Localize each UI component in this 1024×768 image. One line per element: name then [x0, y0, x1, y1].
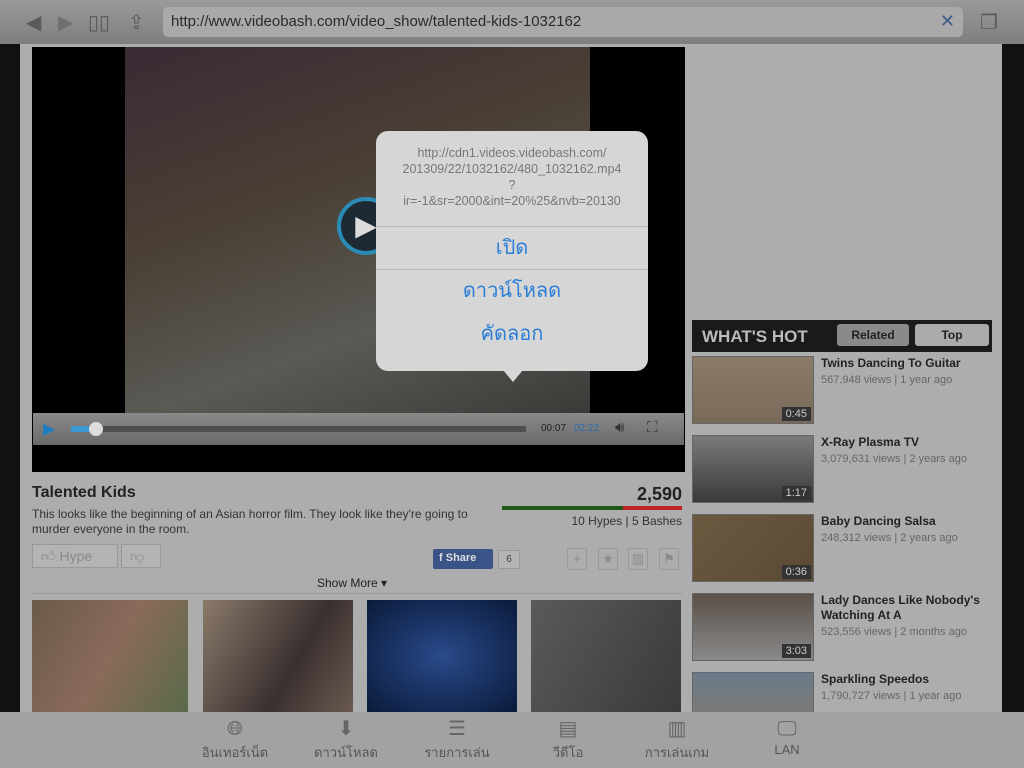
current-time: 00:07 — [541, 423, 567, 434]
volume-icon[interactable]: 🔊︎ — [615, 419, 624, 436]
open-action[interactable]: เปิด — [376, 227, 648, 270]
hypes-bashes: 10 Hypes | 5 Bashes — [571, 514, 682, 528]
url-field[interactable]: http://www.videobash.com/video_show/tale… — [163, 7, 963, 37]
seek-bar[interactable] — [71, 426, 526, 432]
player-controls: ▶ 00:07 02:22 🔊︎ ⛶ — [33, 413, 684, 445]
clear-icon[interactable]: ✕ — [940, 11, 955, 32]
list-item[interactable]: 3:03 Lady Dances Like Nobody's Watching A… — [692, 589, 992, 668]
tab-download[interactable]: ⬇ ดาวน์โหลด — [286, 712, 406, 763]
globe-icon: 🌐︎ — [227, 718, 243, 740]
tab-games[interactable]: ▥ การเล่นเกม — [617, 712, 737, 763]
video-description: This looks like the beginning of an Asia… — [32, 507, 468, 536]
hype-bash-bar — [502, 506, 682, 510]
url-text: http://www.videobash.com/video_show/tale… — [171, 13, 582, 30]
total-time: 02:22 — [574, 423, 600, 434]
share-icon[interactable]: ⇪ — [128, 10, 145, 35]
favorite-icon[interactable]: ★ — [598, 548, 618, 570]
whats-hot-header: WHAT'S HOT Related Top — [692, 320, 992, 352]
list-item[interactable]: 0:45 Twins Dancing To Guitar 567,948 views… — [692, 352, 992, 431]
video-thumbnail[interactable] — [531, 600, 681, 712]
list-icon: ☰ — [448, 718, 466, 740]
browser-toolbar: ◀ ▶ ▯▯ ⇪ http://www.videobash.com/video_… — [0, 0, 1024, 44]
stats-icon[interactable]: ▥ — [628, 548, 648, 570]
download-action[interactable]: ดาวน์โหลด — [376, 270, 648, 313]
bookmarks-icon[interactable]: ▯▯ — [88, 10, 110, 35]
tab-video[interactable]: ▤ วีดีโอ — [508, 712, 628, 763]
flag-icon[interactable]: ⚑ — [659, 548, 679, 570]
divider — [32, 593, 682, 594]
list-item[interactable]: 0:36 Baby Dancing Salsa 248,312 views | 2 … — [692, 510, 992, 589]
video-thumbnail[interactable] — [367, 600, 517, 712]
play-icon[interactable]: ▶ — [43, 419, 55, 439]
tab-internet[interactable]: 🌐︎ อินเทอร์เน็ต — [175, 712, 295, 763]
tabs-icon[interactable]: ❐ — [980, 10, 998, 35]
list-item[interactable]: 1:17 X-Ray Plasma TV 3,079,631 views | 2 y… — [692, 431, 992, 510]
video-score: 2,590 — [636, 484, 682, 504]
download-icon: ⬇ — [337, 718, 355, 740]
fullscreen-icon[interactable]: ⛶ — [647, 419, 658, 436]
video-thumbnail[interactable] — [203, 600, 353, 712]
back-icon[interactable]: ◀ — [26, 10, 41, 35]
video-thumbnail[interactable] — [32, 600, 188, 712]
tab-top[interactable]: Top — [915, 324, 989, 346]
whats-hot-sidebar: WHAT'S HOT Related Top 0:45 Twins Dancing… — [692, 320, 992, 747]
film-roll-icon: ▤ — [558, 718, 578, 740]
facebook-share-button[interactable]: f Share — [433, 549, 493, 569]
bash-button[interactable]: 👎︎ — [121, 544, 161, 568]
seek-handle[interactable] — [89, 422, 103, 436]
hype-button[interactable]: 👍︎ Hype — [32, 544, 118, 568]
link-action-sheet: http://cdn1.videos.videobash.com/ 201309… — [376, 131, 648, 371]
add-icon[interactable]: + — [567, 548, 587, 570]
popup-url: http://cdn1.videos.videobash.com/ 201309… — [376, 131, 648, 227]
video-title: Talented Kids — [32, 484, 136, 501]
forward-icon[interactable]: ▶ — [58, 10, 73, 35]
share-count: 6 — [498, 550, 520, 569]
show-more-link[interactable]: Show More ▾ — [317, 576, 387, 590]
whats-hot-title: WHAT'S HOT — [702, 327, 808, 346]
copy-action[interactable]: คัดลอก — [376, 313, 648, 356]
tab-playlist[interactable]: ☰ รายการเล่น — [397, 712, 517, 763]
tab-related[interactable]: Related — [837, 324, 909, 346]
app-tab-bar: 🌐︎ อินเทอร์เน็ต ⬇ ดาวน์โหลด ☰ รายการเล่น ▤ ว… — [0, 712, 1024, 768]
film-strip-icon: ▥ — [667, 718, 687, 740]
monitor-icon: 🖵︎ — [777, 718, 797, 740]
popup-arrow — [503, 370, 523, 382]
tab-lan[interactable]: 🖵︎ LAN — [727, 712, 847, 757]
